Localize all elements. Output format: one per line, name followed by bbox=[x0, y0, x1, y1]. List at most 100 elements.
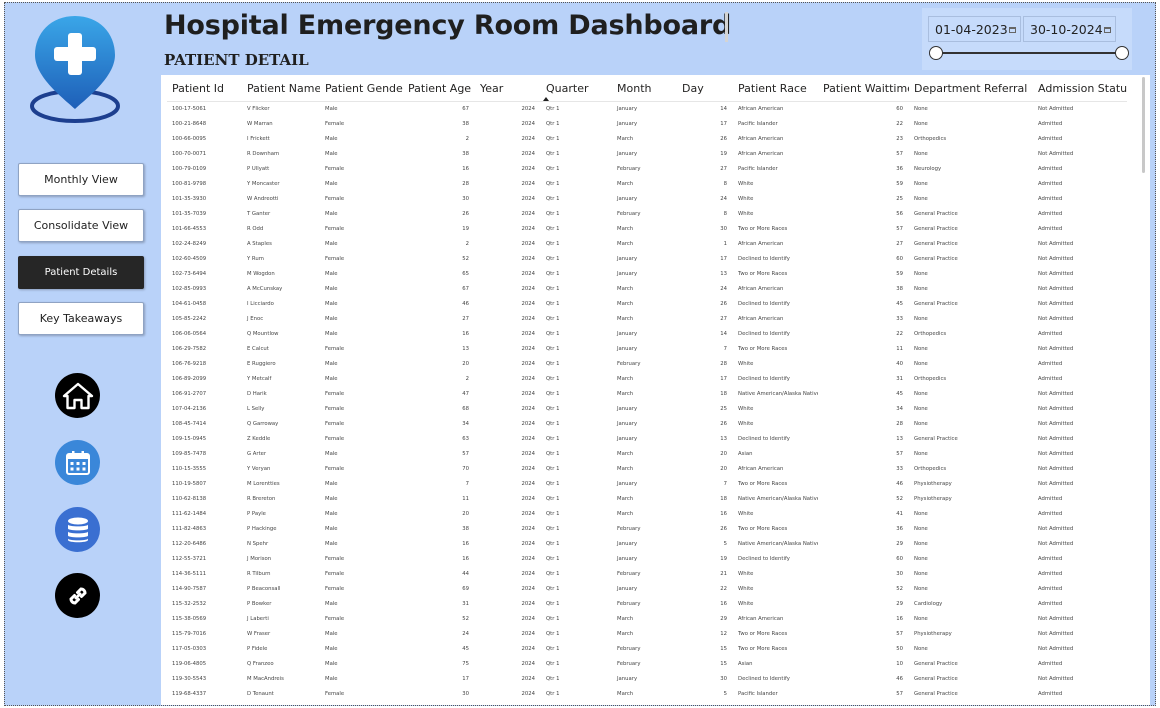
column-header-year[interactable]: Year bbox=[475, 77, 541, 102]
column-header-patient-waittime[interactable]: Patient Waittime bbox=[818, 77, 909, 102]
table-row[interactable]: 114-90-7587 P Beaconsall Female 69 2024 Qtr 1… bbox=[167, 581, 1127, 596]
table-row[interactable]: 106-06-0564 Q Mountlow Male 16 2024 Qtr 1 Janu… bbox=[167, 326, 1127, 341]
table-cell: 115-79-7016 bbox=[172, 630, 207, 637]
home-icon[interactable] bbox=[55, 373, 100, 418]
column-header-patient-name[interactable]: Patient Name bbox=[242, 77, 320, 102]
table-cell: 22 bbox=[896, 120, 903, 127]
consolidate-view-button[interactable]: Consolidate View bbox=[18, 209, 144, 242]
table-row[interactable]: 110-15-3555 Y Veryan Female 70 2024 Qtr 1 Marc… bbox=[167, 461, 1127, 476]
table-scrollbar[interactable] bbox=[1142, 77, 1145, 173]
table-row[interactable]: 106-91-2707 D Harik Female 47 2024 Qtr 1 March… bbox=[167, 386, 1127, 401]
date-slider-end-handle[interactable] bbox=[1115, 46, 1129, 60]
table-row[interactable]: 119-68-4337 D Tenaunt Female 30 2024 Qtr 1 Mar… bbox=[167, 686, 1127, 701]
table-row[interactable]: 110-62-8138 R Brereton Male 11 2024 Qtr 1 Marc… bbox=[167, 491, 1127, 506]
column-header-department-referral[interactable]: Department Referral bbox=[909, 77, 1033, 102]
table-row[interactable]: 102-24-8249 A Staples Male 2 2024 Qtr 1 March 1… bbox=[167, 236, 1127, 251]
table-cell: 57 bbox=[896, 150, 903, 157]
table-cell: Not Admitted bbox=[1038, 315, 1074, 322]
table-row[interactable]: 100-17-5061 V Flicker Male 67 2024 Qtr 1 Janua… bbox=[167, 101, 1127, 116]
table-row[interactable]: 100-79-0109 P Ullyatt Female 16 2024 Qtr 1 Feb… bbox=[167, 161, 1127, 176]
database-icon[interactable] bbox=[55, 507, 100, 552]
table-row[interactable]: 107-04-2136 L Selly Female 68 2024 Qtr 1 Janua… bbox=[167, 401, 1127, 416]
table-cell: Native American/Alaska Native bbox=[738, 390, 818, 397]
table-row[interactable]: 115-38-0569 J Laberti Female 52 2024 Qtr 1 Mar… bbox=[167, 611, 1127, 626]
table-cell: 2024 bbox=[521, 675, 535, 682]
column-header-admission-status[interactable]: Admission Status bbox=[1033, 77, 1127, 102]
table-row[interactable]: 109-85-7478 G Arter Male 57 2024 Qtr 1 March 20… bbox=[167, 446, 1127, 461]
table-cell: 2024 bbox=[521, 585, 535, 592]
column-header-month[interactable]: Month bbox=[612, 77, 677, 102]
table-cell: 67 bbox=[462, 285, 469, 292]
table-cell: J Laberti bbox=[247, 615, 269, 622]
table-cell: 38 bbox=[896, 285, 903, 292]
column-header-patient-gender[interactable]: Patient Gender bbox=[320, 77, 403, 102]
table-cell: Qtr 1 bbox=[546, 435, 560, 442]
table-row[interactable]: 115-79-7016 W Fraser Male 24 2024 Qtr 1 March 1… bbox=[167, 626, 1127, 641]
key-takeaways-button[interactable]: Key Takeaways bbox=[18, 302, 144, 335]
table-row[interactable]: 100-81-9798 Y Moncaster Male 28 2024 Qtr 1 Mar… bbox=[167, 176, 1127, 191]
table-cell: 41 bbox=[896, 510, 903, 517]
table-row[interactable]: 102-85-0993 A McCunskay Male 67 2024 Qtr 1 Mar… bbox=[167, 281, 1127, 296]
link-icon[interactable] bbox=[55, 573, 100, 618]
table-cell: 101-35-7039 bbox=[172, 210, 207, 217]
column-header-patient-id[interactable]: Patient Id bbox=[167, 77, 242, 102]
table-row[interactable]: 101-35-7039 T Ganter Male 26 2024 Qtr 1 Februa… bbox=[167, 206, 1127, 221]
table-cell: Qtr 1 bbox=[546, 450, 560, 457]
table-row[interactable]: 101-66-4553 R Odd Female 19 2024 Qtr 1 March 30… bbox=[167, 221, 1127, 236]
calendar-picker-icon[interactable] bbox=[1009, 27, 1016, 33]
table-row[interactable]: 106-89-2099 Y Metcalf Male 2 2024 Qtr 1 March 1… bbox=[167, 371, 1127, 386]
table-cell: 2024 bbox=[521, 300, 535, 307]
table-row[interactable]: 101-35-3930 W Andreotti Female 30 2024 Qtr 1 J… bbox=[167, 191, 1127, 206]
table-row[interactable]: 108-45-7414 Q Garroway Female 34 2024 Qtr 1 Ja… bbox=[167, 416, 1127, 431]
table-cell: Qtr 1 bbox=[546, 195, 560, 202]
table-row[interactable]: 111-62-1484 P Payle Male 20 2024 Qtr 1 March 16… bbox=[167, 506, 1127, 521]
calendar-icon[interactable] bbox=[55, 440, 100, 485]
calendar-picker-icon[interactable] bbox=[1104, 27, 1111, 33]
table-row[interactable]: 112-20-6486 N Spehr Male 16 2024 Qtr 1 January… bbox=[167, 536, 1127, 551]
date-slider-start-handle[interactable] bbox=[929, 46, 943, 60]
table-cell: 2024 bbox=[521, 165, 535, 172]
column-header-day[interactable]: Day bbox=[677, 77, 733, 102]
table-row[interactable]: 100-70-0071 R Downham Male 38 2024 Qtr 1 Janua… bbox=[167, 146, 1127, 161]
table-row[interactable]: 117-05-0303 P Fidele Male 45 2024 Qtr 1 Februa… bbox=[167, 641, 1127, 656]
table-cell: 21 bbox=[720, 570, 727, 577]
table-cell: Qtr 1 bbox=[546, 615, 560, 622]
table-cell: 26 bbox=[462, 210, 469, 217]
table-row[interactable]: 119-06-4805 Q Franzeo Male 75 2024 Qtr 1 Febru… bbox=[167, 656, 1127, 671]
date-slider-track[interactable] bbox=[936, 52, 1122, 54]
table-row[interactable]: 119-30-5543 M MacAndreis Male 17 2024 Qtr 1 Ja… bbox=[167, 671, 1127, 686]
column-header-quarter[interactable]: Quarter bbox=[541, 77, 612, 102]
end-date-input[interactable]: 30-10-2024 bbox=[1023, 16, 1116, 42]
table-cell: 2024 bbox=[521, 240, 535, 247]
table-cell: Declined to Identify bbox=[738, 255, 790, 262]
table-row[interactable]: 104-61-0458 I Licciardo Male 46 2024 Qtr 1 Mar… bbox=[167, 296, 1127, 311]
table-cell: Qtr 1 bbox=[546, 315, 560, 322]
start-date-input[interactable]: 01-04-2023 bbox=[928, 16, 1021, 42]
table-cell: 109-15-0945 bbox=[172, 435, 207, 442]
table-row[interactable]: 110-19-5807 M Lorentties Male 7 2024 Qtr 1 Jan… bbox=[167, 476, 1127, 491]
table-row[interactable]: 114-36-5111 R Tilburn Female 44 2024 Qtr 1 Feb… bbox=[167, 566, 1127, 581]
table-row[interactable]: 100-66-0095 I Frickett Male 2 2024 Qtr 1 March… bbox=[167, 131, 1127, 146]
column-header-patient-race[interactable]: Patient Race bbox=[733, 77, 818, 102]
table-cell: 28 bbox=[896, 420, 903, 427]
column-header-patient-age[interactable]: Patient Age bbox=[403, 77, 475, 102]
table-row[interactable]: 105-85-2242 J Enoc Male 27 2024 Qtr 1 March 27 A… bbox=[167, 311, 1127, 326]
table-cell: 13 bbox=[720, 435, 727, 442]
table-cell: Orthopedics bbox=[914, 375, 947, 382]
table-cell: Male bbox=[325, 315, 338, 322]
table-row[interactable]: 106-76-9218 E Ruggiero Male 20 2024 Qtr 1 Febr… bbox=[167, 356, 1127, 371]
table-row[interactable]: 100-21-8648 W Marran Female 38 2024 Qtr 1 Janu… bbox=[167, 116, 1127, 131]
table-cell: D Tenaunt bbox=[247, 690, 274, 697]
table-cell: 16 bbox=[720, 600, 727, 607]
table-cell: White bbox=[738, 210, 754, 217]
table-row[interactable]: 109-15-0945 Z Keddle Female 63 2024 Qtr 1 Janu… bbox=[167, 431, 1127, 446]
table-row[interactable]: 115-32-2532 P Bowker Male 31 2024 Qtr 1 Februa… bbox=[167, 596, 1127, 611]
table-cell: 44 bbox=[462, 570, 469, 577]
patient-details-button[interactable]: Patient Details bbox=[18, 256, 144, 289]
table-row[interactable]: 111-82-4863 P Hackinge Male 38 2024 Qtr 1 Febr… bbox=[167, 521, 1127, 536]
table-row[interactable]: 112-55-3721 J Morison Female 16 2024 Qtr 1 Jan… bbox=[167, 551, 1127, 566]
table-row[interactable]: 106-29-7582 E Calcut Female 13 2024 Qtr 1 Janu… bbox=[167, 341, 1127, 356]
monthly-view-button[interactable]: Monthly View bbox=[18, 163, 144, 196]
table-row[interactable]: 102-60-4509 Y Rum Female 52 2024 Qtr 1 January… bbox=[167, 251, 1127, 266]
table-row[interactable]: 102-73-6494 M Wogdon Male 65 2024 Qtr 1 Januar… bbox=[167, 266, 1127, 281]
